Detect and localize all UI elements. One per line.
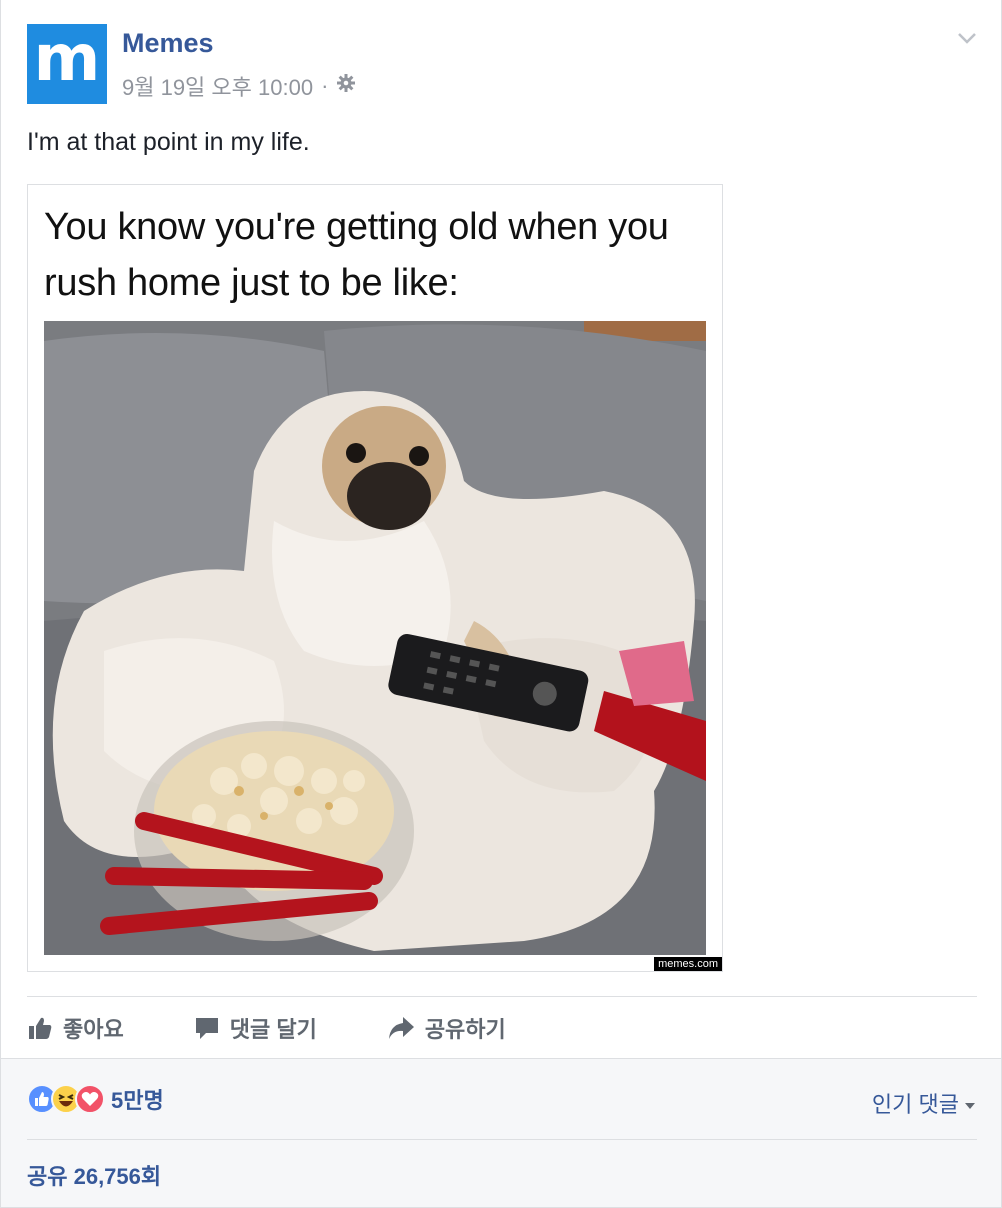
meta-separator: · <box>321 73 329 98</box>
comment-sort-label: 인기 댓글 <box>871 1092 959 1117</box>
share-button[interactable]: 공유하기 <box>387 1012 506 1044</box>
post-timestamp[interactable]: 9월 19일 오후 10:00 <box>122 70 313 102</box>
love-icon <box>75 1084 105 1114</box>
post-footer: 5만명 인기 댓글 공유 26,756회 <box>1 1058 1001 1207</box>
meme-caption: You know you're getting old when you rus… <box>44 206 669 304</box>
share-count-link[interactable]: 공유 26,756회 <box>27 1159 161 1191</box>
like-label: 좋아요 <box>63 1017 124 1042</box>
chevron-down-icon[interactable] <box>955 26 979 50</box>
post-message: I'm at that point in my life. <box>27 128 310 156</box>
reactions-summary[interactable]: 5만명 <box>27 1083 164 1115</box>
comment-button[interactable]: 댓글 달기 <box>194 1012 317 1044</box>
share-label: 공유하기 <box>424 1017 506 1042</box>
comment-icon <box>194 1015 220 1041</box>
post-card: m Memes 9월 19일 오후 10:00 · I'm at that po… <box>0 0 1002 1208</box>
like-button[interactable]: 좋아요 <box>27 1012 124 1044</box>
meme-watermark: memes.com <box>654 957 722 971</box>
post-actions-bar: 좋아요 댓글 달기 공유하기 <box>27 1008 576 1048</box>
gear-icon[interactable] <box>336 73 356 99</box>
page-name-link[interactable]: Memes <box>122 28 214 59</box>
post-meta: 9월 19일 오후 10:00 · <box>122 70 356 102</box>
footer-divider <box>27 1139 977 1140</box>
thumbs-up-icon <box>27 1015 53 1041</box>
comment-label: 댓글 달기 <box>229 1017 317 1042</box>
meme-image-card[interactable]: You know you're getting old when you rus… <box>27 184 723 972</box>
actions-divider <box>27 996 977 997</box>
meme-photo <box>44 321 706 955</box>
reaction-count[interactable]: 5만명 <box>111 1083 164 1115</box>
comment-sort-dropdown[interactable]: 인기 댓글 <box>872 1087 975 1119</box>
avatar-letter: m <box>33 22 101 96</box>
share-arrow-icon <box>387 1015 415 1041</box>
caret-down-icon <box>965 1090 975 1116</box>
page-avatar[interactable]: m <box>27 24 107 104</box>
